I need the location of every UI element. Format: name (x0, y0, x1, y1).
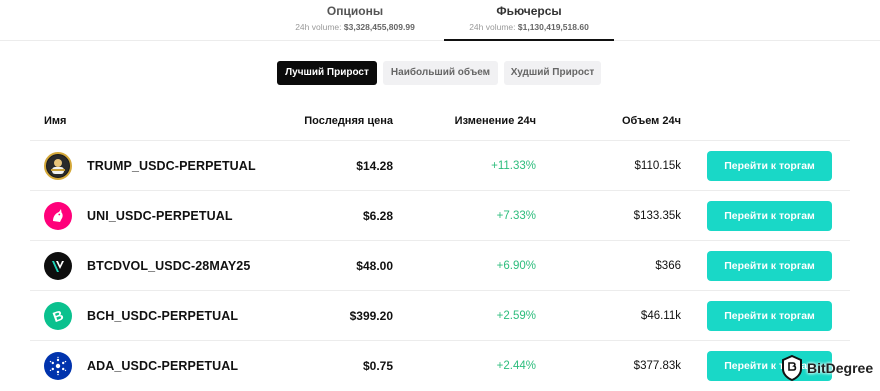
market-tabs: Опционы 24h volume: $3,328,455,809.99 Фь… (0, 0, 880, 41)
row-symbol[interactable]: ADA_USDC-PERPETUAL (87, 341, 238, 391)
row-symbol[interactable]: BTCDVOL_USDC-28MAY25 (87, 241, 250, 291)
tab-options-volume: 24h volume: $3,328,455,809.99 (295, 22, 415, 32)
row-volume: $133.35k (633, 210, 681, 222)
row-change: +7.33% (496, 210, 536, 222)
row-volume: $366 (655, 260, 681, 272)
table-row[interactable]: BTCDVOL_USDC-28MAY25 $48.00 +6.90% $366 … (30, 240, 850, 290)
row-symbol[interactable]: BCH_USDC-PERPETUAL (87, 291, 238, 341)
tab-futures-volume: 24h volume: $1,130,419,518.60 (469, 22, 589, 32)
row-price: $399.20 (349, 309, 393, 323)
row-change: +2.44% (496, 360, 536, 372)
tab-futures[interactable]: Фьючерсы 24h volume: $1,130,419,518.60 (444, 4, 614, 41)
row-change: +6.90% (496, 260, 536, 272)
go-to-trading-button[interactable]: Перейти к торгам (707, 201, 832, 231)
bitcoin-cash-icon: B (44, 302, 72, 330)
tab-futures-label: Фьючерсы (496, 4, 562, 18)
row-volume: $46.11k (640, 310, 681, 322)
table-row[interactable]: B BCH_USDC-PERPETUAL $399.20 +2.59% $46.… (30, 290, 850, 340)
row-price: $6.28 (362, 209, 393, 223)
volatility-v-icon (44, 252, 72, 280)
cardano-icon (44, 352, 72, 380)
trump-token-icon (44, 152, 72, 180)
table-row[interactable]: TRUMP_USDC-PERPETUAL $14.28 +11.33% $110… (30, 140, 850, 190)
filter-top-losers[interactable]: Худший Прирост (504, 61, 601, 85)
svg-text:B: B (51, 307, 66, 325)
markets-table: TRUMP_USDC-PERPETUAL $14.28 +11.33% $110… (0, 140, 880, 390)
column-last-price: Последняя цена (304, 115, 393, 127)
column-change-24h: Изменение 24ч (454, 115, 536, 127)
filter-top-gainers[interactable]: Лучший Прирост (277, 61, 377, 85)
row-price: $14.28 (356, 159, 393, 173)
row-change: +11.33% (491, 160, 536, 172)
go-to-trading-button[interactable]: Перейти к торгам (707, 251, 832, 281)
bitdegree-watermark: BitDegree (781, 355, 873, 381)
row-symbol[interactable]: UNI_USDC-PERPETUAL (87, 191, 233, 241)
watermark-text: BitDegree (807, 360, 874, 376)
go-to-trading-button[interactable]: Перейти к торгам (707, 301, 832, 331)
row-price: $48.00 (356, 259, 393, 273)
row-symbol[interactable]: TRUMP_USDC-PERPETUAL (87, 141, 256, 191)
bitdegree-shield-icon (782, 355, 802, 381)
table-row[interactable]: ADA_USDC-PERPETUAL $0.75 +2.44% $377.83k… (30, 340, 850, 390)
table-header: Имя Последняя цена Изменение 24ч Объем 2… (0, 115, 880, 131)
column-volume-24h: Объем 24ч (621, 115, 681, 127)
tab-options-label: Опционы (326, 4, 384, 18)
tab-options[interactable]: Опционы 24h volume: $3,328,455,809.99 (270, 4, 440, 33)
row-change: +2.59% (496, 310, 536, 322)
column-name: Имя (44, 115, 67, 127)
filter-chips: Лучший Прирост Наибольший объем Худший П… (277, 61, 601, 85)
uniswap-unicorn-icon (44, 202, 72, 230)
row-price: $0.75 (362, 359, 393, 373)
row-volume: $110.15k (634, 160, 681, 172)
go-to-trading-button[interactable]: Перейти к торгам (707, 151, 832, 181)
table-row[interactable]: UNI_USDC-PERPETUAL $6.28 +7.33% $133.35k… (30, 190, 850, 240)
row-volume: $377.83k (633, 360, 681, 372)
filter-highest-volume[interactable]: Наибольший объем (383, 61, 498, 85)
